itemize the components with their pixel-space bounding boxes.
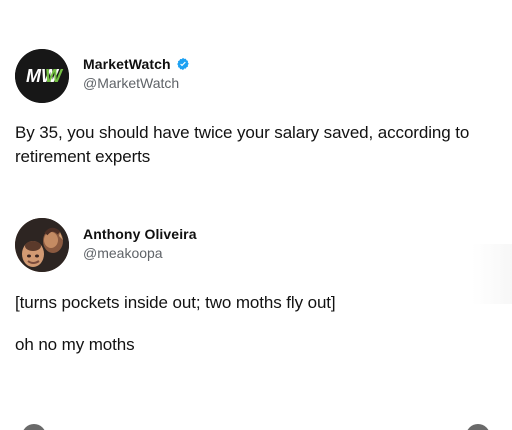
bottom-left-control[interactable] [22,424,46,430]
svg-text:W: W [45,66,64,86]
user-photo-icon[interactable] [15,218,69,272]
background-smudge [472,244,512,304]
tweet-line: [turns pockets inside out; two moths fly… [15,293,336,312]
author-handle[interactable]: @meakoopa [83,245,197,261]
tweet-author: MarketWatch @MarketWatch [83,55,190,91]
author-name[interactable]: MarketWatch [83,56,171,72]
author-handle[interactable]: @MarketWatch [83,75,190,91]
tweet-text: [turns pockets inside out; two moths fly… [15,291,495,357]
author-name[interactable]: Anthony Oliveira [83,226,197,242]
tweet-text: By 35, you should have twice your salary… [15,123,470,166]
tweet-author: Anthony Oliveira @meakoopa [83,225,197,261]
tweet-screenshot-page: MW W MarketWatch @MarketWatch By 35, you… [0,0,512,430]
bottom-right-control[interactable] [466,424,490,430]
verified-badge-icon [176,57,190,71]
tweet-line: oh no my moths [15,335,135,354]
marketwatch-logo-icon[interactable]: MW W [15,49,69,103]
